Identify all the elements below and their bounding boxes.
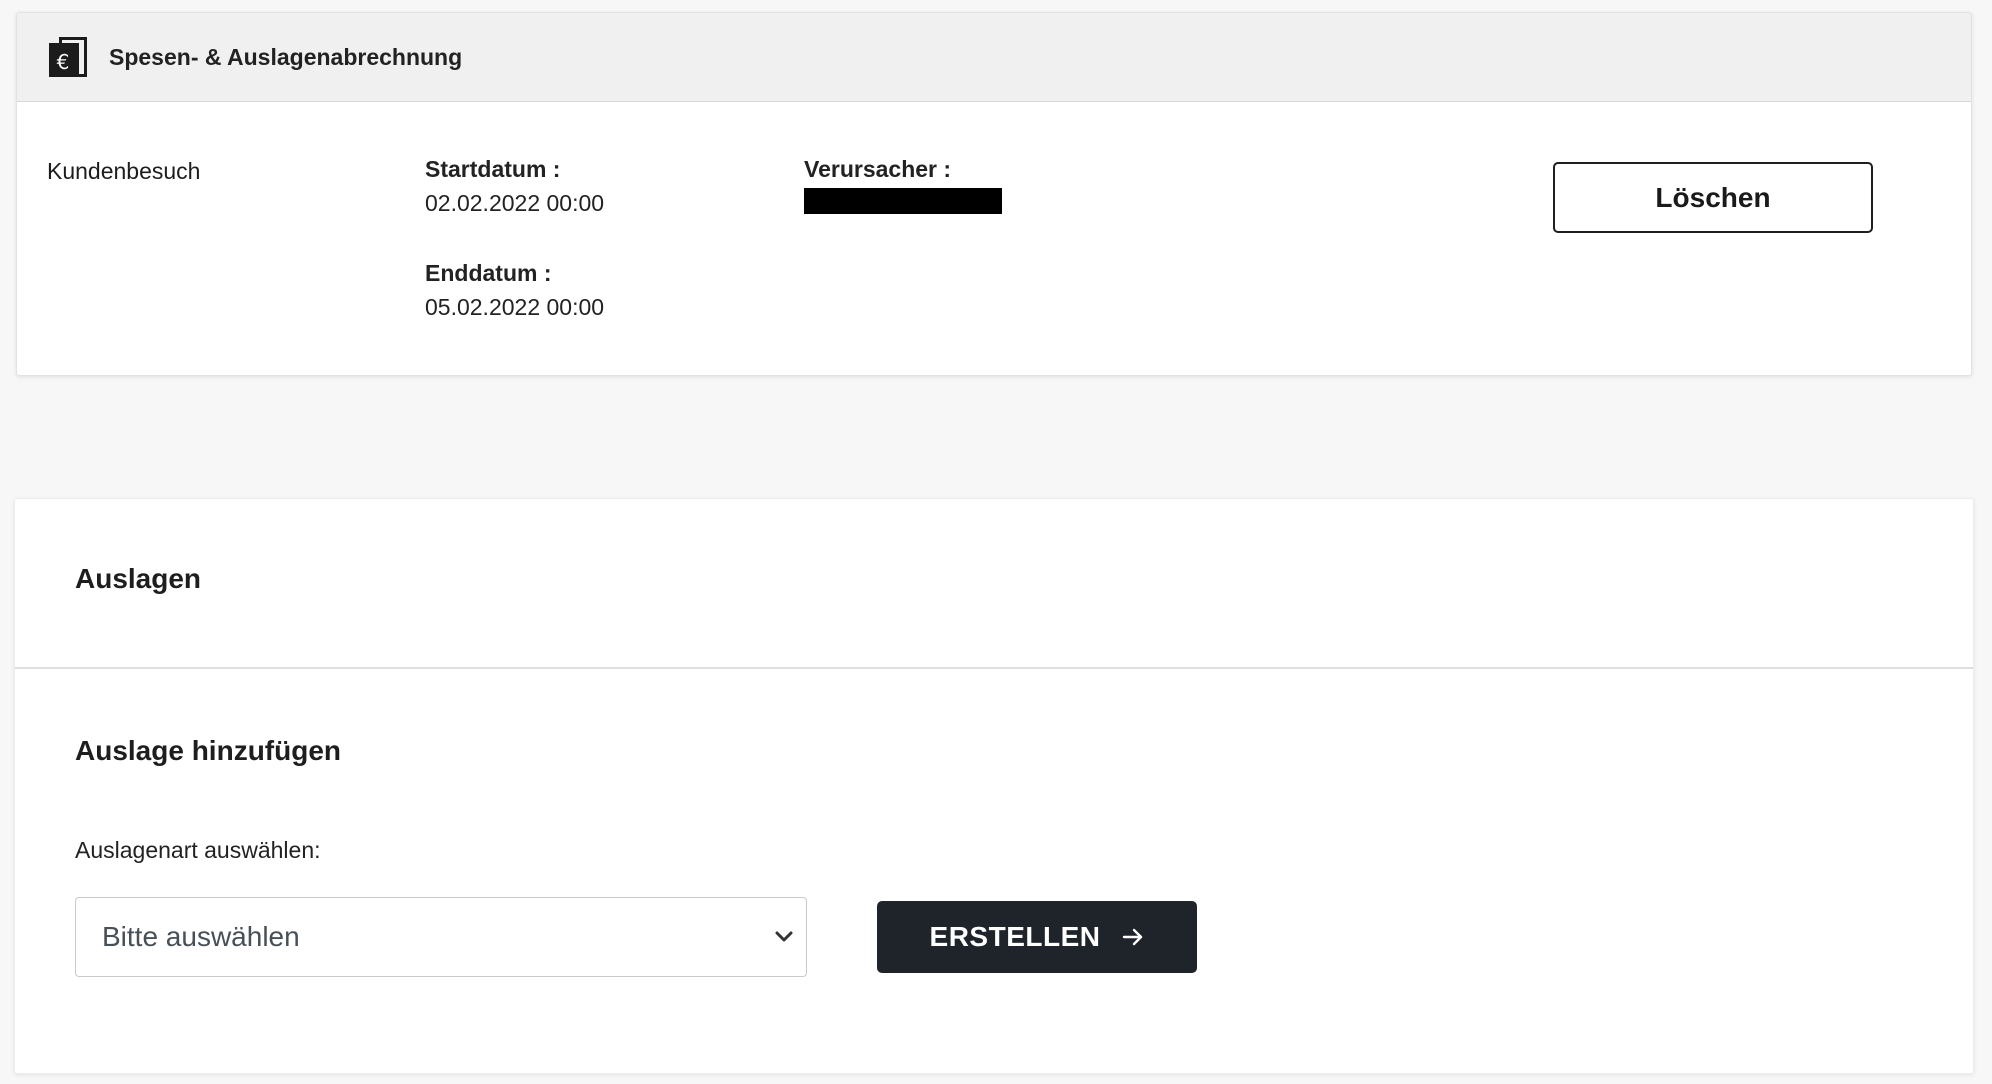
section-divider [15, 667, 1973, 669]
causer-value-redacted [804, 188, 1002, 214]
svg-text:€: € [57, 50, 70, 74]
expense-type-selected-value: Bitte auswählen [102, 921, 300, 952]
chevron-down-icon [772, 924, 796, 948]
euro-document-icon: € [49, 37, 87, 77]
expense-report-card: € Spesen- & Auslagenabrechnung Kundenbes… [16, 12, 1972, 376]
causer-label: Verursacher : [804, 156, 952, 182]
start-date-label: Startdatum : [425, 156, 561, 182]
add-expense-title: Auslage hinzufügen [75, 735, 341, 766]
expense-type-label: Auslagenart auswählen: [75, 837, 321, 863]
expense-type-select[interactable]: Bitte auswählen [75, 897, 807, 977]
report-title: Spesen- & Auslagenabrechnung [109, 43, 463, 70]
expenses-card: Auslagen Auslage hinzufügen Auslagenart … [14, 498, 1974, 1074]
expenses-title: Auslagen [75, 563, 202, 594]
create-button-label: ERSTELLEN [929, 921, 1101, 952]
report-body: Kundenbesuch Startdatum : 02.02.2022 00:… [17, 102, 1971, 375]
create-button[interactable]: ERSTELLEN [877, 901, 1197, 973]
end-date-value: 05.02.2022 00:00 [425, 294, 605, 320]
end-date-label: Enddatum : [425, 260, 552, 286]
report-header: € Spesen- & Auslagenabrechnung [17, 13, 1971, 102]
end-date-field: Enddatum : 05.02.2022 00:00 [425, 256, 604, 324]
trip-type: Kundenbesuch [47, 158, 201, 184]
causer-field: Verursacher : [804, 152, 1002, 214]
start-date-value: 02.02.2022 00:00 [425, 190, 605, 216]
delete-button[interactable]: Löschen [1553, 162, 1873, 233]
start-date-field: Startdatum : 02.02.2022 00:00 [425, 152, 604, 220]
arrow-right-icon [1122, 926, 1144, 948]
